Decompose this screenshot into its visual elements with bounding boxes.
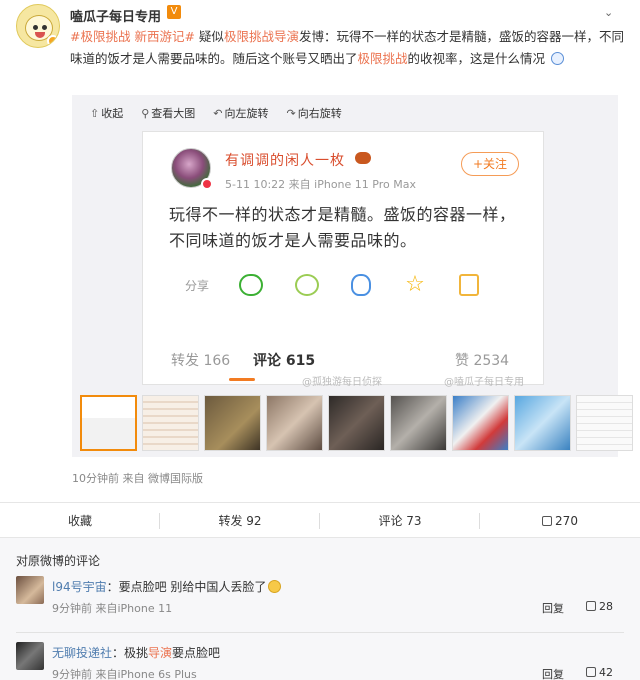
avatar-mouth — [35, 32, 45, 38]
commenter-avatar[interactable] — [16, 642, 44, 670]
user-avatar[interactable] — [16, 4, 60, 48]
commenter-name[interactable]: l94号宇宙 — [52, 580, 107, 594]
comment-like-button[interactable]: 42 — [586, 666, 613, 679]
emoji-icon — [268, 580, 282, 593]
reply-button[interactable]: 回复 — [542, 600, 564, 616]
comment-meta: 9分钟前 来自iPhone 11 — [52, 602, 173, 615]
thumbs-up-icon — [586, 667, 596, 677]
commenter-name[interactable]: 无聊投递社 — [52, 646, 112, 660]
topic-link[interactable]: #极限挑战 — [70, 29, 130, 44]
thumbnail-image[interactable] — [514, 395, 571, 451]
divider — [16, 632, 624, 633]
shot-repost-count: 转发 166 — [171, 353, 231, 369]
shot-like-count: 赞 2534 — [455, 353, 510, 369]
thumbnail-strip — [80, 395, 633, 451]
avatar-eye — [33, 25, 38, 30]
collapse-label: 收起 — [101, 107, 124, 120]
media-toolbar: ⇧ 收起 ⚲ 查看大图 ↶ 向左旋转 ↷ 向右旋转 — [90, 105, 342, 121]
share-label: 分享 — [185, 278, 210, 293]
post-timestamp: 10分钟前 来自 微博国际版 — [72, 472, 203, 485]
keyword-link[interactable]: 极限挑战 — [358, 51, 408, 66]
collapse-icon: ⇧ — [90, 106, 100, 120]
shot-username: 有调调的闲人一枚 — [225, 153, 345, 169]
search-icon: ⚲ — [141, 106, 150, 120]
shot-share-row: 分享 ☆ — [185, 274, 511, 296]
rotate-left-label: 向左旋转 — [224, 107, 269, 120]
action-bar: 收藏 转发 92 评论 73 270 — [0, 502, 640, 538]
media-viewer: ⇧ 收起 ⚲ 查看大图 ↶ 向左旋转 ↷ 向右旋转 有调调的闲人一枚 5-11 10:2… — [72, 95, 633, 457]
comments-section: 对原微博的评论 l94号宇宙：要点脸吧 别给中国人丢脸了 9分钟前 来自iPho… — [0, 538, 640, 680]
like-button[interactable]: 270 — [480, 503, 640, 539]
comments-title: 对原微博的评论 — [16, 554, 101, 568]
post-username[interactable]: 嗑瓜子每日专用 — [70, 6, 161, 25]
star-icon: ☆ — [405, 272, 425, 297]
shot-comment-count: 评论 615 — [253, 353, 316, 369]
thumbs-up-icon — [586, 601, 596, 611]
comment-meta: 9分钟前 来自iPhone 6s Plus — [52, 668, 197, 680]
keyword-link[interactable]: 导演 — [148, 646, 172, 660]
thumbnail-image[interactable] — [204, 395, 261, 451]
post-text-part: 疑似 — [194, 29, 224, 44]
thumbnail-image[interactable] — [266, 395, 323, 451]
chevron-down-icon[interactable]: ⌄ — [604, 6, 613, 19]
reply-button[interactable]: 回复 — [542, 666, 564, 680]
rotate-right-button[interactable]: ↷ 向右旋转 — [287, 105, 342, 121]
favorite-button[interactable]: 收藏 — [0, 503, 160, 539]
shot-meta: 5-11 10:22 来自 iPhone 11 Pro Max — [225, 178, 416, 191]
view-large-label: 查看大图 — [151, 107, 196, 120]
thumbnail-image[interactable] — [328, 395, 385, 451]
post-text: #极限挑战 新西游记# 疑似极限挑战导演发博：玩得不一样的状态才是精髓，盛饭的容… — [70, 26, 625, 70]
shot-follow-button: +关注 — [461, 152, 519, 176]
shot-avatar-badge — [201, 178, 213, 190]
collapse-button[interactable]: ⇧ 收起 — [90, 105, 123, 121]
keyword-link[interactable]: 导演 — [274, 29, 299, 44]
moments-icon — [295, 274, 320, 296]
thumbnail-image[interactable] — [576, 395, 633, 451]
repost-button[interactable]: 转发 92 — [160, 503, 320, 539]
comment-text: 无聊投递社：极挑导演要点脸吧 — [52, 644, 220, 661]
commenter-avatar[interactable] — [16, 576, 44, 604]
watermark: @嗑瓜子每日专用 — [444, 377, 524, 388]
emoji-icon — [551, 52, 565, 65]
comment-button[interactable]: 评论 73 — [320, 503, 480, 539]
keyword-link[interactable]: 极限挑战 — [224, 29, 274, 44]
comment-body: ：要点脸吧 别给中国人丢脸了 — [106, 580, 267, 594]
thumbnail-image[interactable] — [142, 395, 199, 451]
like-count: 270 — [555, 514, 578, 528]
topic-link[interactable]: 新西游记# — [134, 29, 194, 44]
avatar-badge — [47, 35, 59, 47]
comment-item: l94号宇宙：要点脸吧 别给中国人丢脸了 9分钟前 来自iPhone 11 回复… — [16, 576, 624, 636]
qq-icon — [351, 274, 372, 296]
shot-text: 玩得不一样的状态才是精髓。盛饭的容器一样，不同味道的饭才是人需要品味的。 — [169, 205, 516, 250]
avatar-eye — [42, 25, 47, 30]
comment-body: ：极挑 — [112, 646, 149, 660]
level-badge-icon — [355, 152, 371, 164]
rotate-right-label: 向右旋转 — [297, 107, 342, 120]
tab-underline — [229, 378, 255, 381]
rotate-right-icon: ↷ — [286, 106, 296, 120]
comment-like-count: 28 — [599, 600, 613, 613]
save-icon — [459, 274, 480, 296]
thumbnail-image[interactable] — [80, 395, 137, 451]
comment-like-count: 42 — [599, 666, 613, 679]
comment-body: 要点脸吧 — [172, 646, 221, 660]
watermark: @孤独游每日侦探 — [302, 377, 382, 388]
comment-like-button[interactable]: 28 — [586, 600, 613, 613]
thumbnail-image[interactable] — [390, 395, 447, 451]
embedded-screenshot[interactable]: 有调调的闲人一枚 5-11 10:22 来自 iPhone 11 Pro Max… — [142, 131, 544, 385]
view-large-button[interactable]: ⚲ 查看大图 — [141, 105, 195, 121]
vip-badge-icon: V — [167, 5, 181, 19]
thumbs-up-icon — [542, 516, 553, 526]
post-text-part: 的收视率，这是什么情况 — [407, 51, 546, 66]
wechat-icon — [239, 274, 264, 296]
rotate-left-icon: ↶ — [213, 106, 223, 120]
comment-item: 无聊投递社：极挑导演要点脸吧 9分钟前 来自iPhone 6s Plus 回复 … — [16, 642, 624, 680]
comment-text: l94号宇宙：要点脸吧 别给中国人丢脸了 — [52, 578, 282, 595]
rotate-left-button[interactable]: ↶ 向左旋转 — [213, 105, 268, 121]
thumbnail-image[interactable] — [452, 395, 509, 451]
